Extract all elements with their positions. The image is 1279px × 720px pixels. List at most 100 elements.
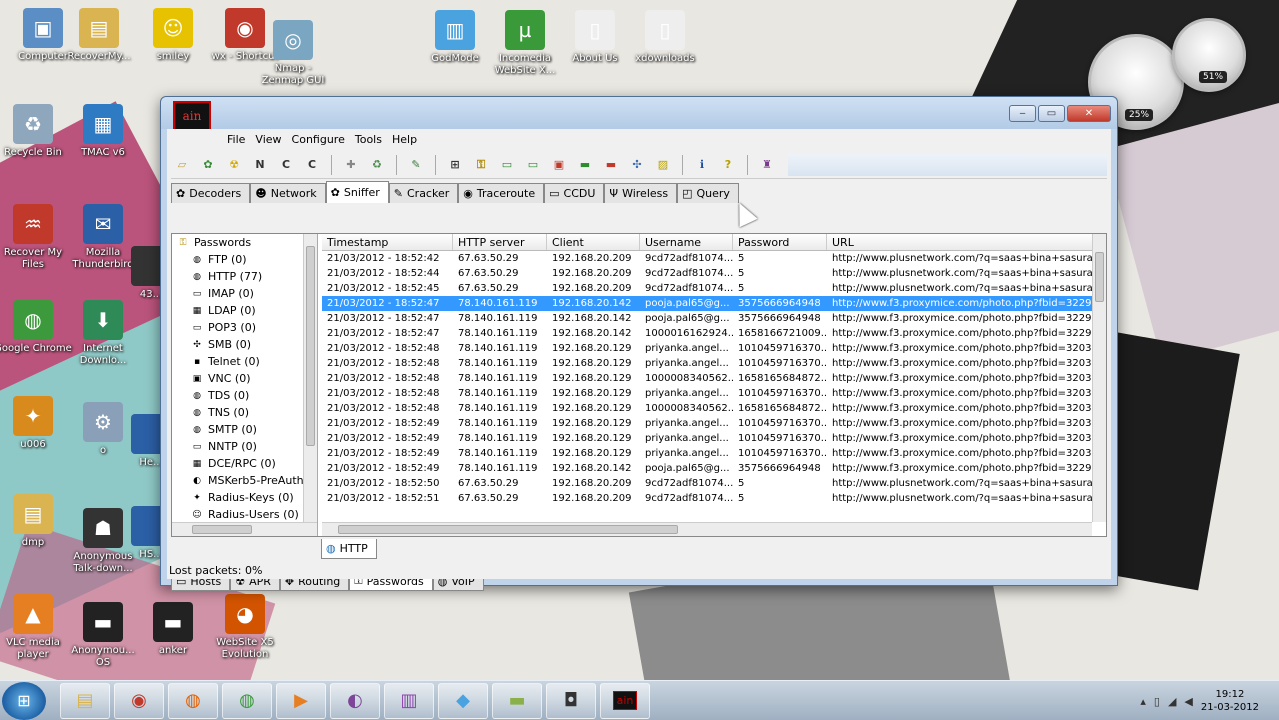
titlebar[interactable]: ain ‒ ▭ ✕ [161, 97, 1117, 131]
clock[interactable]: 19:12 21-03-2012 [1201, 688, 1259, 714]
desktop-icon[interactable]: ▤ RecoverMy... [60, 8, 138, 63]
taskbar-button[interactable]: ▥ [384, 682, 434, 719]
user-button[interactable]: ♜ [756, 154, 778, 176]
info-button[interactable]: ℹ [691, 154, 713, 176]
tab-decoders[interactable]: ✿ Decoders [171, 183, 251, 203]
tab-sniffer[interactable]: ✿ Sniffer [325, 181, 389, 203]
table-row[interactable]: 21/03/2012 - 18:52:48 78.140.161.119 192.1… [322, 371, 1106, 386]
minimize-button[interactable]: ‒ [1009, 105, 1036, 122]
tree-item[interactable]: ☺ Radius-Users (0) [172, 506, 317, 523]
column-header[interactable]: Client [547, 234, 640, 250]
tray-network-icon[interactable]: ◢ [1168, 695, 1176, 708]
table-row[interactable]: 21/03/2012 - 18:52:42 67.63.50.29 192.168.… [322, 251, 1106, 266]
menu-help[interactable]: Help [392, 133, 417, 146]
cain-logo-icon[interactable]: ain [173, 101, 211, 131]
menu-tools[interactable]: Tools [355, 133, 382, 146]
maximize-button[interactable]: ▭ [1038, 105, 1065, 122]
tree-item[interactable]: ◐ MSKerb5-PreAuth [172, 472, 317, 489]
nt-auth-button[interactable]: N [249, 154, 271, 176]
recycle-button[interactable]: ♻ [366, 154, 388, 176]
help-button[interactable]: ? [717, 154, 739, 176]
table-row[interactable]: 21/03/2012 - 18:52:49 78.140.161.119 192.1… [322, 446, 1106, 461]
tree-item[interactable]: ✣ SMB (0) [172, 336, 317, 353]
taskbar-button[interactable]: ◍ [168, 682, 218, 719]
taskbar-button[interactable]: ◍ [222, 682, 272, 719]
taskbar-button[interactable]: ◐ [330, 682, 380, 719]
memory-meter-gadget[interactable]: 51% [1172, 18, 1246, 92]
desktop-icon[interactable]: ☺ smiley [134, 8, 212, 63]
cisco-reset-button[interactable]: C [275, 154, 297, 176]
key-button[interactable]: ⚿ [470, 154, 492, 176]
tab-wireless[interactable]: Ψ Wireless [604, 183, 678, 203]
desktop-icon[interactable]: ◕ WebSite X5 Evolution [206, 594, 284, 661]
tab-cracker[interactable]: ✎ Cracker [388, 183, 459, 203]
table-row[interactable]: 21/03/2012 - 18:52:44 67.63.50.29 192.168.… [322, 266, 1106, 281]
table-row[interactable]: 21/03/2012 - 18:52:48 78.140.161.119 192.1… [322, 386, 1106, 401]
taskbar-button[interactable]: ▶ [276, 682, 326, 719]
menu-file[interactable]: File [227, 133, 245, 146]
tree-item[interactable]: ◍ TNS (0) [172, 404, 317, 421]
taskbar-button[interactable]: ◉ [114, 682, 164, 719]
desktop-icon[interactable]: ▯ xdownloads [626, 10, 704, 65]
open-folder-button[interactable]: ▱ [171, 154, 193, 176]
wifi-button[interactable]: ✣ [626, 154, 648, 176]
tree-root-passwords[interactable]: ⚿ Passwords [172, 234, 317, 251]
table-row[interactable]: 21/03/2012 - 18:52:51 67.63.50.29 192.168.… [322, 491, 1106, 506]
tree-item[interactable]: ▪ Telnet (0) [172, 353, 317, 370]
table-row[interactable]: 21/03/2012 - 18:52:48 78.140.161.119 192.1… [322, 356, 1106, 371]
tree-item[interactable]: ▭ NNTP (0) [172, 438, 317, 455]
cisco-ntlm-button[interactable]: C [301, 154, 323, 176]
taskbar-button[interactable]: ain [600, 682, 650, 719]
desktop-icon[interactable]: ▬ anker [134, 602, 212, 657]
desktop-icon[interactable]: µ Incomedia WebSite X... [486, 10, 564, 77]
desktop-icon[interactable]: ▥ GodMode [416, 10, 494, 65]
radiation-button[interactable]: ☢ [223, 154, 245, 176]
tray-volume-icon[interactable]: ◀ [1184, 695, 1192, 708]
desktop-icon[interactable]: ▦ TMAC v6 [64, 104, 142, 159]
tree-item[interactable]: ▦ LDAP (0) [172, 302, 317, 319]
tray-arrow-icon[interactable]: ▴ [1140, 695, 1146, 708]
cached-button[interactable]: ▭ [522, 154, 544, 176]
desktop-icon[interactable]: ▯ About Us [556, 10, 634, 65]
tree-vertical-scrollbar[interactable] [303, 234, 317, 522]
taskbar-button[interactable]: ▬ [492, 682, 542, 719]
table-row[interactable]: 21/03/2012 - 18:52:45 67.63.50.29 192.168.… [322, 281, 1106, 296]
sniffer-button[interactable]: ✿ [197, 154, 219, 176]
tab-network[interactable]: ☻ Network [250, 183, 326, 203]
pcap-button[interactable]: ▣ [548, 154, 570, 176]
column-header[interactable]: Username [640, 234, 733, 250]
column-header[interactable]: URL [827, 234, 1106, 250]
decoder-button[interactable]: ✎ [405, 154, 427, 176]
taskbar-button[interactable]: ◆ [438, 682, 488, 719]
table-row[interactable]: 21/03/2012 - 18:52:49 78.140.161.119 192.1… [322, 461, 1106, 476]
close-button[interactable]: ✕ [1067, 105, 1111, 122]
table-hscroll-thumb[interactable] [338, 525, 678, 534]
tree-item[interactable]: ◍ FTP (0) [172, 251, 317, 268]
taskbar-button[interactable]: ▤ [60, 682, 110, 719]
tree-item[interactable]: ▣ VNC (0) [172, 370, 317, 387]
desktop-icon[interactable]: ▬ Anonymou... OS [64, 602, 142, 669]
tree-item[interactable]: ▭ IMAP (0) [172, 285, 317, 302]
table-horizontal-scrollbar[interactable] [322, 522, 1092, 536]
table-row[interactable]: 21/03/2012 - 18:52:48 78.140.161.119 192.1… [322, 401, 1106, 416]
subtab-http[interactable]: ◍ HTTP [321, 539, 377, 559]
table-scroll-thumb[interactable] [1095, 252, 1104, 302]
start-button[interactable]: ⊞ [2, 681, 46, 720]
desktop-icon[interactable]: ▲ VLC media player [0, 594, 72, 661]
screen-button[interactable]: ▬ [574, 154, 596, 176]
table-row[interactable]: 21/03/2012 - 18:52:47 78.140.161.119 192.1… [322, 311, 1106, 326]
tree-item[interactable]: ◍ SMTP (0) [172, 421, 317, 438]
tab-query[interactable]: ◰ Query [677, 183, 739, 203]
menu-view[interactable]: View [255, 133, 281, 146]
tray-device-icon[interactable]: ▯ [1154, 695, 1160, 708]
desktop-icon[interactable]: ◍ Google Chrome [0, 300, 72, 355]
table-row[interactable]: 21/03/2012 - 18:52:49 78.140.161.119 192.1… [322, 416, 1106, 431]
table-row[interactable]: 21/03/2012 - 18:52:47 78.140.161.119 192.1… [322, 296, 1106, 311]
tree-item[interactable]: ▭ POP3 (0) [172, 319, 317, 336]
lsa-button[interactable]: ▭ [496, 154, 518, 176]
column-header[interactable]: HTTP server [453, 234, 547, 250]
tab-ccdu[interactable]: ▭ CCDU [544, 183, 605, 203]
table-row[interactable]: 21/03/2012 - 18:52:47 78.140.161.119 192.1… [322, 326, 1106, 341]
column-header[interactable]: Password [733, 234, 827, 250]
add-button[interactable]: ✚ [340, 154, 362, 176]
